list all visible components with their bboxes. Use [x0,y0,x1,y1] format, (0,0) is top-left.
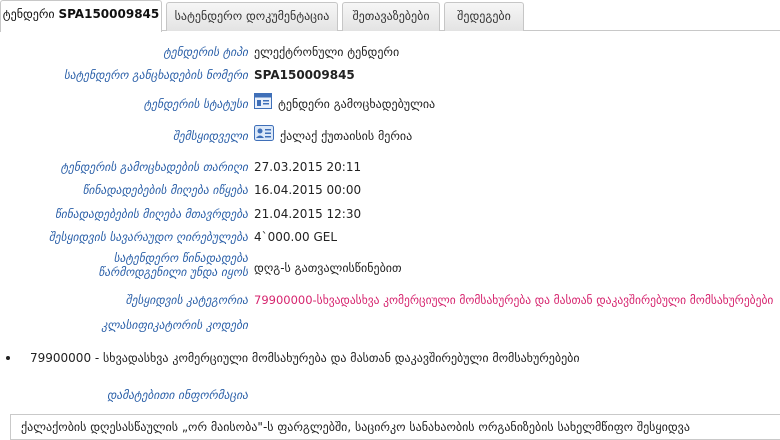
buyer-value: ქალაქ ქუთაისის მერია [280,129,413,143]
tab-tender-id: SPA150009845 [58,7,160,21]
announcement-date-label: ტენდერის გამოცხადების თარიღი [60,160,248,174]
organization-card-icon [254,125,274,148]
category-label: შესყიდვის კატეგორია [125,293,248,307]
classifier-code-text: 79900000 - სხვადასხვა კომერციული მომსახუ… [30,351,580,365]
announcement-date-value: 27.03.2015 20:11 [254,160,362,174]
status-label: ტენდერის სტატუსი [143,97,248,111]
buyer-value-wrap: ქალაქ ქუთაისის მერია [254,125,412,148]
tab-tender[interactable]: ტენდერი SPA150009845 [0,0,162,32]
announcement-icon [254,93,272,116]
announcement-number-value: SPA150009845 [254,68,355,82]
row-buyer: შემსყიდველი ქალაქ ქუთაისის მერია [0,125,780,147]
row-bids-start: წინადადებების მიღება იწყება 16.04.2015 0… [0,179,780,201]
list-item: 79900000 - სხვადასხვა კომერციული მომსახუ… [0,348,780,368]
tab-bar: ტენდერი SPA150009845 სატენდერო დოკუმენტა… [0,0,780,32]
announcement-number-label: სატენდერო განცხადების ნომერი [63,68,248,82]
row-status: ტენდერის სტატუსი ტენდერი გამოცხადებულია [0,93,780,115]
bids-end-value: 21.04.2015 12:30 [254,207,362,221]
tab-results[interactable]: შედეგები [444,2,524,31]
estimated-value-value: 4`000.00 GEL [254,230,338,244]
tab-tender-documentation[interactable]: სატენდერო დოკუმენტაცია [166,2,338,31]
row-bids-end: წინადადებების მიღება მთავრდება 21.04.201… [0,203,780,225]
classifier-codes-label: კლასიფიკატორის კოდები [101,318,248,332]
tab-tender-prefix: ტენდერი [2,7,55,21]
status-value-wrap: ტენდერი გამოცხადებულია [254,93,435,116]
category-value: 79900000-სხვადასხვა კომერციული მომსახურე… [254,293,774,307]
bids-end-label: წინადადებების მიღება მთავრდება [54,207,248,221]
tender-type-value: ელექტრონული ტენდერი [254,45,400,59]
buyer-label: შემსყიდველი [172,129,248,143]
bids-start-value: 16.04.2015 00:00 [254,183,362,197]
submission-form-label: სატენდერო წინადადება წარმოდგენილი უნდა ი… [98,251,248,279]
row-estimated-value: შესყიდვის სავარაუდო ღირებულება 4`000.00 … [0,226,780,248]
row-tender-type: ტენდერის ტიპი ელექტრონული ტენდერი [0,41,780,63]
row-announcement-date: ტენდერის გამოცხადების თარიღი 27.03.2015 … [0,156,780,178]
row-classifier-codes: კლასიფიკატორის კოდები [0,314,780,336]
estimated-value-label: შესყიდვის სავარაუდო ღირებულება [48,230,248,244]
row-category: შესყიდვის კატეგორია 79900000-სხვადასხვა … [0,289,780,311]
additional-info-box: ქალაქობის დღესასწაულის „ორ მაისობა"-ს ფა… [10,414,780,440]
bids-start-label: წინადადებების მიღება იწყება [82,183,248,197]
bullet-icon [6,356,10,360]
status-value: ტენდერი გამოცხადებულია [278,97,436,111]
row-announcement-number: სატენდერო განცხადების ნომერი SPA15000984… [0,64,780,86]
row-submission-form: სატენდერო წინადადება წარმოდგენილი უნდა ი… [0,251,780,283]
additional-info-label: დამატებითი ინფორმაცია [106,388,248,402]
tab-offers[interactable]: შეთავაზებები [342,2,440,31]
submission-form-value: დღგ-ს გათვალისწინებით [254,261,402,275]
tender-type-label: ტენდერის ტიპი [163,45,248,59]
